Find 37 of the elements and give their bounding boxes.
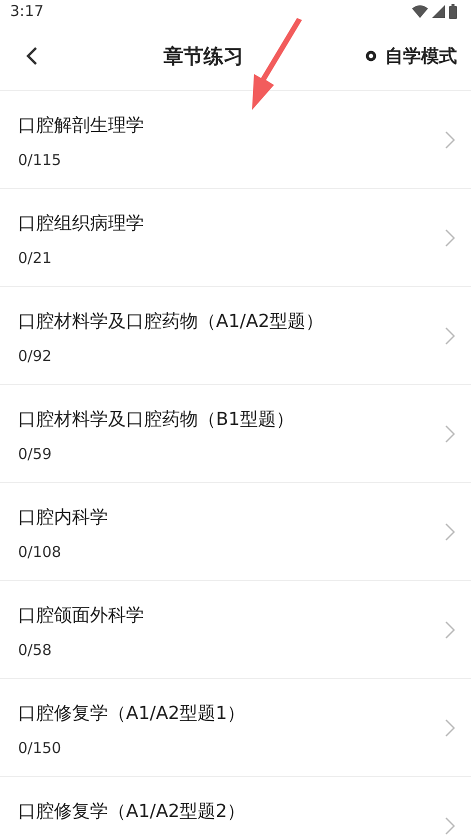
- wifi-icon: [412, 4, 428, 18]
- chevron-icon: [445, 228, 455, 246]
- progress-count: 0/59: [18, 445, 53, 463]
- chapter-title: 口腔颌面外科学: [18, 604, 144, 627]
- chapter-item[interactable]: 口腔颌面外科学 0/58: [0, 581, 471, 679]
- chapter-title: 口腔修复学（A1/A2型题1）: [18, 702, 246, 725]
- chapter-title: 口腔组织病理学: [18, 212, 144, 235]
- page-title: 章节练习: [162, 42, 244, 70]
- progress-count: 0/115: [18, 151, 62, 169]
- signal-icon: [432, 4, 445, 18]
- chapter-item[interactable]: 口腔内科学 0/108: [0, 483, 471, 581]
- battery-icon: [449, 4, 457, 18]
- chevron-icon: [445, 424, 455, 442]
- chapter-item[interactable]: 口腔组织病理学 0/21: [0, 189, 471, 287]
- back-icon: [26, 46, 38, 66]
- progress-count: 0/108: [18, 543, 62, 561]
- chevron-icon: [445, 522, 455, 540]
- chevron-icon: [445, 620, 455, 638]
- chapter-title: 口腔修复学（A1/A2型题2）: [18, 800, 246, 823]
- progress-count: 0/58: [18, 641, 53, 659]
- chevron-icon: [445, 816, 455, 834]
- progress-count: 0/150: [18, 739, 62, 757]
- progress-count: 0/92: [18, 347, 53, 365]
- progress-count: 0/21: [18, 249, 53, 267]
- chevron-icon: [445, 326, 455, 344]
- chapter-title: 口腔解剖生理学: [18, 114, 144, 137]
- chevron-icon: [445, 718, 455, 736]
- chevron-icon: [445, 130, 455, 148]
- self-study-mode-button[interactable]: 自学模式: [363, 44, 457, 68]
- chapter-item[interactable]: 口腔材料学及口腔药物（A1/A2型题） 0/92: [0, 287, 471, 385]
- chapter-item[interactable]: 口腔修复学（A1/A2型题2）: [0, 777, 471, 839]
- chapter-title: 口腔材料学及口腔药物（B1型题）: [18, 408, 294, 431]
- chapter-item[interactable]: 口腔材料学及口腔药物（B1型题） 0/59: [0, 385, 471, 483]
- chapter-title: 口腔内科学: [18, 506, 108, 529]
- chapter-item[interactable]: 口腔修复学（A1/A2型题1） 0/150: [0, 679, 471, 777]
- chapter-title: 口腔材料学及口腔药物（A1/A2型题）: [18, 310, 324, 333]
- clock: 3:17: [10, 2, 44, 20]
